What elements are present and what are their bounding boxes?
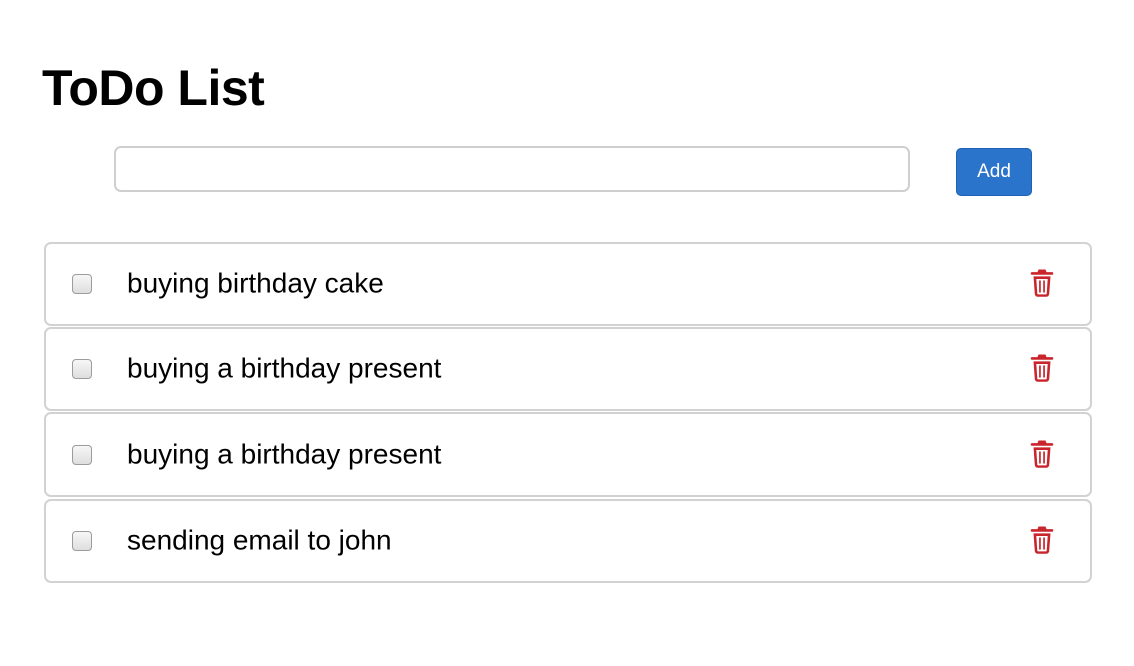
todo-text: sending email to john xyxy=(127,524,392,556)
delete-button[interactable] xyxy=(1028,523,1056,555)
delete-button[interactable] xyxy=(1028,351,1056,383)
trash-icon xyxy=(1030,440,1054,468)
trash-icon xyxy=(1030,269,1054,297)
todo-item: sending email to john xyxy=(44,499,1092,583)
todo-text: buying a birthday present xyxy=(127,437,442,469)
todo-checkbox[interactable] xyxy=(72,359,92,379)
todo-list: buying birthday cake buying a birthday p… xyxy=(44,242,1092,584)
todo-item: buying a birthday present xyxy=(44,412,1092,497)
todo-app: ToDo List Add buying birthday cake buyin… xyxy=(0,0,1134,666)
todo-text: buying a birthday present xyxy=(127,352,442,384)
trash-icon xyxy=(1030,354,1054,382)
delete-button[interactable] xyxy=(1028,266,1056,298)
todo-checkbox[interactable] xyxy=(72,444,92,465)
add-button[interactable]: Add xyxy=(956,148,1032,196)
trash-icon xyxy=(1030,526,1054,554)
todo-checkbox[interactable] xyxy=(72,274,92,294)
page-title: ToDo List xyxy=(42,60,265,116)
delete-button[interactable] xyxy=(1028,437,1056,469)
new-todo-input[interactable] xyxy=(114,146,910,192)
todo-text: buying birthday cake xyxy=(127,267,384,299)
todo-item: buying a birthday present xyxy=(44,327,1092,411)
todo-item: buying birthday cake xyxy=(44,242,1092,326)
todo-checkbox[interactable] xyxy=(72,531,92,551)
